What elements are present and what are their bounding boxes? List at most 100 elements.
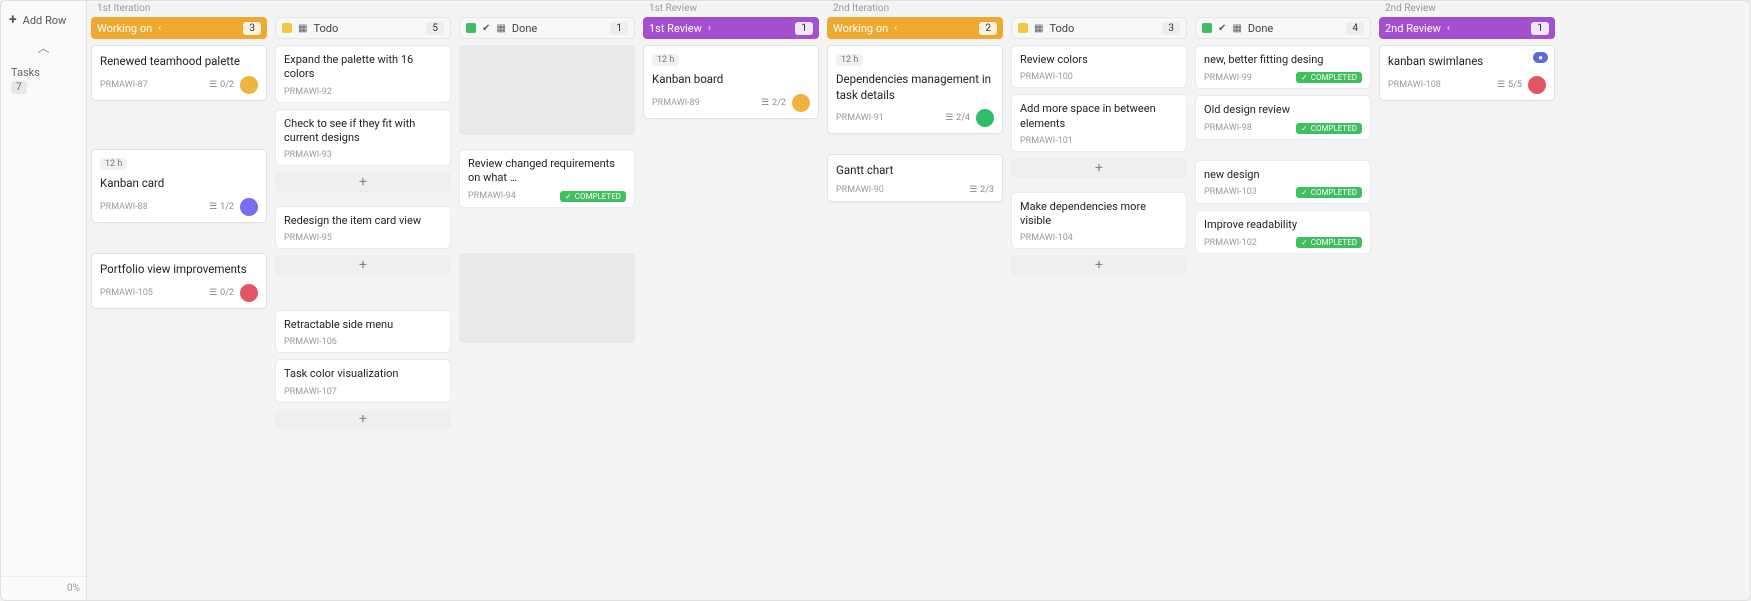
card-code: PRMAWI-99	[1204, 73, 1252, 83]
card-title: Expand the palette with 16 colors	[284, 53, 442, 82]
avatar[interactable]	[792, 94, 810, 112]
card[interactable]: Add more space in between elements PRMAW…	[1011, 94, 1187, 152]
avatar[interactable]	[976, 109, 994, 127]
card-code: PRMAWI-104	[1020, 233, 1073, 243]
add-card-button[interactable]: +	[1011, 158, 1187, 178]
column-header-2nd-review[interactable]: 2nd Review ‹ 1	[1379, 17, 1555, 39]
stage-label: 2nd Review	[1375, 1, 1559, 17]
status-color-icon	[1018, 23, 1028, 33]
check-icon: ✔	[482, 23, 490, 34]
card-title: new design	[1204, 168, 1362, 182]
card[interactable]: new, better fitting desing PRMAWI-99 COM…	[1195, 45, 1371, 89]
card-title: Make dependencies more visible	[1020, 200, 1178, 229]
card[interactable]: Redesign the item card view PRMAWI-95	[275, 206, 451, 249]
card[interactable]: 12 h Kanban card PRMAWI-88 ☰ 1/2	[91, 149, 267, 223]
column-count: 1	[610, 22, 628, 35]
card-code: PRMAWI-88	[100, 202, 148, 212]
card[interactable]: 12 h Kanban board PRMAWI-89 ☰ 2/2	[643, 45, 819, 119]
add-card-button[interactable]: +	[275, 409, 451, 429]
completed-badge: COMPLETED	[1296, 237, 1362, 248]
subtasks-indicator: ☰ 2/2	[761, 98, 786, 108]
add-card-button[interactable]: +	[275, 255, 451, 275]
column-header-working-on[interactable]: Working on ‹ 2	[827, 17, 1003, 39]
card[interactable]: Review changed requirements on what … PR…	[459, 149, 635, 208]
column-title: Done	[1248, 22, 1273, 35]
column-2nd-review: 2nd Review ‹ 1 ● kanban swimlanes PRMAW	[1375, 17, 1559, 600]
column-working-on-2: Working on ‹ 2 12 h Dependencies managem…	[823, 17, 1007, 600]
add-card-button[interactable]: +	[1011, 255, 1187, 275]
time-tag: 12 h	[652, 54, 679, 66]
card-code: PRMAWI-92	[284, 87, 332, 97]
column-done-2: ✔ ▦ Done 4 new, better fitting desing PR…	[1191, 17, 1375, 600]
subtasks-indicator: ☰ 1/2	[209, 202, 234, 212]
avatar[interactable]	[240, 284, 258, 302]
subtasks-indicator: ☰ 0/2	[209, 288, 234, 298]
empty-slot[interactable]	[459, 45, 635, 135]
chevron-left-icon: ‹	[158, 23, 161, 34]
card-code: PRMAWI-93	[284, 150, 332, 160]
stage-2nd-review: 2nd Review 2nd Review ‹ 1 ● kan	[1375, 1, 1559, 600]
card[interactable]: ● kanban swimlanes PRMAWI-108 ☰ 5/5	[1379, 45, 1555, 101]
stage-1st-iteration: 1st Iteration Working on ‹ 3	[87, 1, 639, 600]
completed-badge: COMPLETED	[1296, 187, 1362, 198]
column-header-1st-review[interactable]: 1st Review ‹ 1	[643, 17, 819, 39]
tasks-summary[interactable]: Tasks 7	[7, 64, 80, 96]
stage-label: 2nd Iteration	[823, 1, 1375, 17]
grid-icon: ▦	[1034, 23, 1043, 34]
card[interactable]: Expand the palette with 16 colors PRMAWI…	[275, 45, 451, 103]
card[interactable]: Check to see if they fit with current de…	[275, 109, 451, 167]
card-title: Improve readability	[1204, 218, 1362, 232]
card-title: new, better fitting desing	[1204, 53, 1362, 67]
avatar[interactable]	[240, 76, 258, 94]
column-title: Done	[512, 22, 537, 35]
card[interactable]: Retractable side menu PRMAWI-106	[275, 310, 451, 353]
add-card-button[interactable]: +	[275, 172, 451, 192]
card-code: PRMAWI-98	[1204, 123, 1252, 133]
card[interactable]: Portfolio view improvements PRMAWI-105 ☰…	[91, 253, 267, 309]
card[interactable]: Gantt chart PRMAWI-90 ☰ 2/3	[827, 154, 1003, 202]
card[interactable]: 12 h Dependencies management in task det…	[827, 45, 1003, 134]
column-1st-review: 1st Review ‹ 1 12 h Kanban board PRMAWI	[639, 17, 823, 600]
collapse-sidebar-button[interactable]: ︿	[7, 39, 80, 56]
card[interactable]: Old design review PRMAWI-98 COMPLETED	[1195, 95, 1371, 139]
column-header-done[interactable]: ✔ ▦ Done 1	[459, 17, 635, 39]
grid-icon: ▦	[496, 23, 505, 34]
card[interactable]: Renewed teamhood palette PRMAWI-87 ☰ 0/2	[91, 45, 267, 101]
column-header-working-on[interactable]: Working on ‹ 3	[91, 17, 267, 39]
subtasks-indicator: ☰ 5/5	[1497, 80, 1522, 90]
tasks-label: Tasks	[11, 66, 40, 79]
column-title: 1st Review	[649, 22, 702, 35]
card[interactable]: Improve readability PRMAWI-102 COMPLETED	[1195, 210, 1371, 254]
card-title: Portfolio view improvements	[100, 262, 258, 278]
status-pill: ●	[1533, 52, 1548, 63]
card-title: Check to see if they fit with current de…	[284, 117, 442, 146]
column-title: Working on	[833, 22, 888, 35]
column-count: 2	[979, 22, 997, 35]
card-code: PRMAWI-106	[284, 337, 337, 347]
card[interactable]: new design PRMAWI-103 COMPLETED	[1195, 160, 1371, 204]
column-header-done[interactable]: ✔ ▦ Done 4	[1195, 17, 1371, 39]
progress-indicator: 0%	[1, 576, 86, 600]
avatar[interactable]	[1528, 76, 1546, 94]
card-title: Add more space in between elements	[1020, 102, 1178, 131]
column-header-todo[interactable]: ▦ Todo 5	[275, 17, 451, 39]
board-scroll[interactable]: 1st Iteration Working on ‹ 3	[87, 1, 1750, 600]
column-header-todo[interactable]: ▦ Todo 3	[1011, 17, 1187, 39]
card[interactable]: Make dependencies more visible PRMAWI-10…	[1011, 192, 1187, 250]
column-count: 3	[243, 22, 261, 35]
empty-slot[interactable]	[459, 253, 635, 343]
card-code: PRMAWI-107	[284, 387, 337, 397]
avatar[interactable]	[240, 198, 258, 216]
check-icon: ✔	[1218, 23, 1226, 34]
card-code: PRMAWI-91	[836, 113, 884, 123]
card[interactable]: Task color visualization PRMAWI-107	[275, 359, 451, 402]
column-count: 1	[795, 22, 813, 35]
chevron-left-icon: ‹	[894, 23, 897, 34]
time-tag: 12 h	[100, 158, 127, 170]
stage-1st-review: 1st Review 1st Review ‹ 1 12 h	[639, 1, 823, 600]
card-title: kanban swimlanes	[1388, 54, 1546, 70]
card[interactable]: Review colors PRMAWI-100	[1011, 45, 1187, 88]
add-row-button[interactable]: + Add Row	[7, 9, 80, 31]
card-code: PRMAWI-89	[652, 98, 700, 108]
sidebar: + Add Row ︿ Tasks 7 0%	[1, 1, 87, 600]
